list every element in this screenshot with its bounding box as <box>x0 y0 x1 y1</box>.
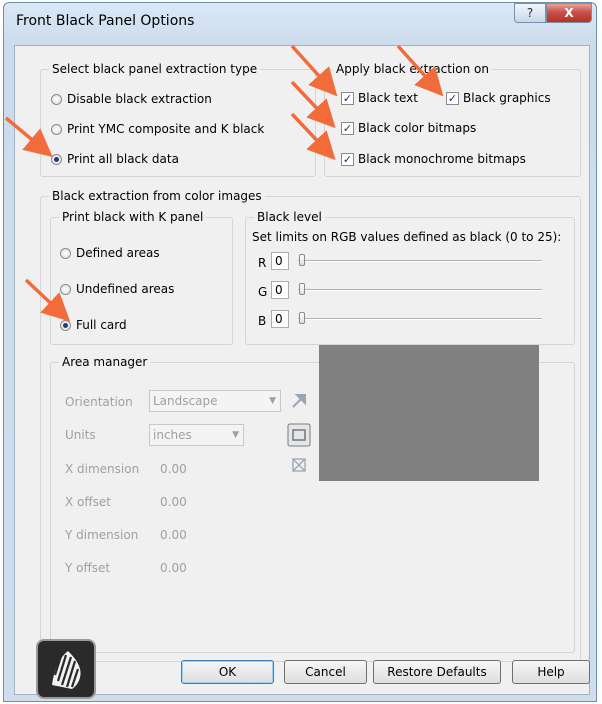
radio-label: Print YMC composite and K black <box>67 122 265 136</box>
title-help-button[interactable]: ? <box>514 3 546 23</box>
ok-button[interactable]: OK <box>181 660 274 684</box>
channel-r-label: R <box>258 256 267 270</box>
chevron-down-icon: ▼ <box>269 396 276 406</box>
black-level-group: Black level Set limits on RGB values def… <box>245 210 575 345</box>
radio-defined-areas[interactable]: Defined areas <box>60 246 160 260</box>
channel-r-slider-track[interactable] <box>298 260 542 262</box>
black-level-description: Set limits on RGB values defined as blac… <box>252 230 562 244</box>
radio-undefined-areas[interactable]: Undefined areas <box>60 282 174 296</box>
channel-r-input[interactable]: 0 <box>271 252 289 270</box>
units-value: inches <box>153 428 192 442</box>
cancel-button[interactable]: Cancel <box>284 660 367 684</box>
checkbox-label: Black text <box>358 91 418 105</box>
apply-on-legend: Apply black extraction on <box>333 62 492 76</box>
channel-g-slider-track[interactable] <box>298 289 542 291</box>
y-dimension-label: Y dimension <box>65 528 139 542</box>
radio-indicator-selected[interactable] <box>51 153 62 165</box>
units-label: Units <box>65 428 96 442</box>
checkmark-icon[interactable]: ✓ <box>341 121 354 135</box>
draw-rectangle-icon[interactable] <box>287 423 311 447</box>
y-offset-value: 0.00 <box>160 561 187 575</box>
checkbox-label: Black graphics <box>463 91 551 105</box>
delete-area-icon[interactable] <box>289 455 309 475</box>
channel-r-slider-thumb[interactable] <box>299 254 305 266</box>
channel-b-slider-thumb[interactable] <box>299 312 305 324</box>
zebra-head-icon <box>52 651 81 689</box>
window-title: Front Black Panel Options <box>16 13 195 29</box>
channel-b-slider-track[interactable] <box>298 318 542 320</box>
orientation-label: Orientation <box>65 395 133 409</box>
checkmark-icon[interactable]: ✓ <box>341 91 354 105</box>
channel-b-input[interactable]: 0 <box>271 310 289 328</box>
radio-label: Print all black data <box>67 152 179 166</box>
checkbox-black-color-bitmaps[interactable]: ✓ Black color bitmaps <box>341 121 476 135</box>
extraction-type-group: Select black panel extraction type Disab… <box>40 62 316 177</box>
area-preview-canvas[interactable] <box>319 345 539 481</box>
orientation-value: Landscape <box>153 394 218 408</box>
checkmark-icon[interactable]: ✓ <box>341 152 354 166</box>
checkbox-label: Black color bitmaps <box>358 121 477 135</box>
radio-print-all-black[interactable]: Print all black data <box>51 152 179 166</box>
pointer-arrow-icon[interactable] <box>287 389 311 413</box>
apply-on-group: Apply black extraction on ✓ Black text ✓… <box>324 62 581 177</box>
checkmark-icon[interactable]: ✓ <box>446 91 459 105</box>
help-button[interactable]: Help <box>512 660 590 684</box>
radio-label: Defined areas <box>76 246 160 260</box>
x-dimension-label: X dimension <box>65 462 140 476</box>
x-offset-value: 0.00 <box>160 495 187 509</box>
y-offset-label: Y offset <box>65 561 111 575</box>
checkbox-black-graphics[interactable]: ✓ Black graphics <box>446 91 551 105</box>
radio-print-ymc-composite[interactable]: Print YMC composite and K black <box>51 122 264 136</box>
chevron-down-icon: ▼ <box>232 430 239 440</box>
radio-indicator-selected[interactable] <box>60 319 71 331</box>
close-icon: X <box>564 6 574 20</box>
radio-disable-extraction[interactable]: Disable black extraction <box>51 92 212 106</box>
y-dimension-value: 0.00 <box>160 528 187 542</box>
black-level-legend: Black level <box>254 210 325 224</box>
x-offset-label: X offset <box>65 495 111 509</box>
orientation-select[interactable]: Landscape ▼ <box>149 390 281 412</box>
restore-defaults-button[interactable]: Restore Defaults <box>373 660 501 684</box>
channel-b-label: B <box>258 314 267 328</box>
radio-full-card[interactable]: Full card <box>60 318 127 332</box>
k-panel-legend: Print black with K panel <box>59 210 207 224</box>
color-images-legend: Black extraction from color images <box>49 189 265 203</box>
k-panel-group: Print black with K panel Defined areas U… <box>50 210 233 345</box>
channel-g-input[interactable]: 0 <box>271 281 289 299</box>
question-icon: ? <box>526 6 534 20</box>
units-select[interactable]: inches ▼ <box>149 424 244 446</box>
radio-label: Disable black extraction <box>67 92 212 106</box>
title-close-button[interactable]: X <box>546 3 592 23</box>
channel-g-label: G <box>258 285 268 299</box>
extraction-type-legend: Select black panel extraction type <box>49 62 261 76</box>
radio-indicator[interactable] <box>60 283 71 295</box>
dialog-window: Front Black Panel Options ? X Select bla… <box>3 2 597 702</box>
zebra-logo <box>36 639 96 699</box>
radio-indicator[interactable] <box>60 247 71 259</box>
checkbox-black-monochrome-bitmaps[interactable]: ✓ Black monochrome bitmaps <box>341 152 526 166</box>
x-dimension-value: 0.00 <box>160 462 187 476</box>
radio-indicator[interactable] <box>51 123 62 135</box>
area-manager-legend: Area manager <box>59 355 151 369</box>
radio-label: Undefined areas <box>76 282 175 296</box>
checkbox-black-text[interactable]: ✓ Black text <box>341 91 418 105</box>
checkbox-label: Black monochrome bitmaps <box>358 152 526 166</box>
radio-label: Full card <box>76 318 127 332</box>
radio-indicator[interactable] <box>51 93 62 105</box>
channel-g-slider-thumb[interactable] <box>299 283 305 295</box>
